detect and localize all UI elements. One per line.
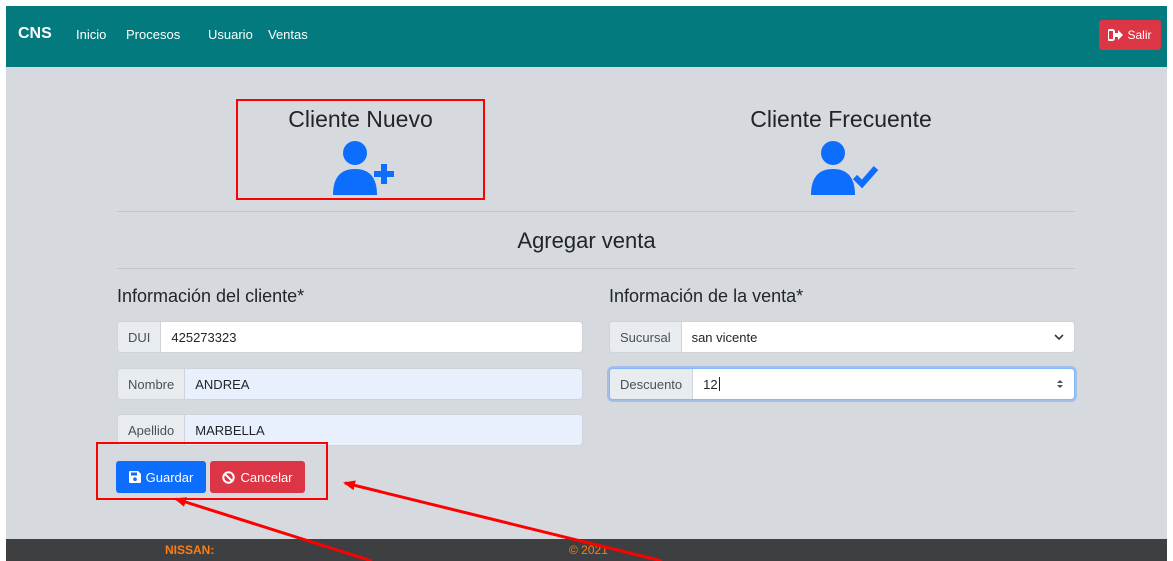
footer: NISSAN: © 2021 [6,539,1167,561]
divider [117,211,1075,212]
logout-label: Salir [1127,28,1152,42]
name-input[interactable]: ANDREA [185,369,582,399]
annotation-box-actions [96,442,328,500]
branch-field[interactable]: Sucursal san vicente [609,321,1075,353]
nav-inicio[interactable]: Inicio [76,27,106,42]
user-check-icon [811,141,879,195]
nav-ventas[interactable]: Ventas [268,27,308,42]
branch-label: Sucursal [610,322,682,352]
nav-usuario[interactable]: Usuario [208,27,253,42]
dui-label: DUI [118,322,162,352]
chevron-down-icon[interactable] [1044,322,1074,352]
lastname-label: Apellido [118,415,186,445]
frequent-client-label: Cliente Frecuente [750,106,932,132]
footer-copyright: © 2021 [569,543,608,557]
number-spinner-icon[interactable] [1046,369,1074,399]
app-frame: CNS Inicio Procesos Usuario Ventas Salir… [6,6,1167,561]
logout-button[interactable]: Salir [1099,20,1161,50]
discount-input[interactable]: 12 [693,369,1046,399]
discount-label: Descuento [610,369,694,399]
discount-field[interactable]: Descuento 12 [609,368,1075,400]
name-label: Nombre [118,369,186,399]
divider [117,268,1075,269]
discount-value: 12 [703,376,718,392]
footer-brand: NISSAN: [165,543,215,557]
frequent-client-option[interactable]: Cliente Frecuente [706,106,976,202]
annotation-box-new-client [236,99,485,200]
dui-field[interactable]: DUI 425273323 [117,321,583,353]
client-info-heading: Información del cliente* [117,286,305,306]
nav-procesos[interactable]: Procesos [126,27,180,42]
branch-select[interactable]: san vicente [682,322,1044,352]
brand[interactable]: CNS [18,25,52,43]
sale-info-heading: Información de la venta* [609,286,804,306]
sign-out-icon [1108,29,1124,41]
section-title: Agregar venta [517,228,656,253]
navbar: CNS Inicio Procesos Usuario Ventas Salir [6,6,1167,67]
name-field[interactable]: Nombre ANDREA [117,368,583,400]
dui-input[interactable]: 425273323 [161,322,582,352]
lastname-input[interactable]: MARBELLA [185,415,582,445]
